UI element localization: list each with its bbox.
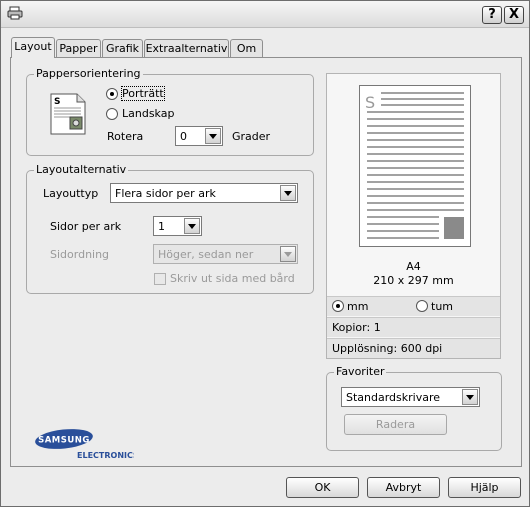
unit-mm-radio[interactable] bbox=[332, 300, 344, 312]
chevron-down-icon[interactable] bbox=[280, 185, 296, 201]
print-border-checkbox[interactable] bbox=[154, 273, 166, 285]
unit-row: mm tum bbox=[327, 296, 500, 316]
unit-mm-label[interactable]: mm bbox=[347, 300, 368, 313]
page-order-value: Höger, sedan ner bbox=[158, 248, 254, 261]
layout-options-group-title: Layoutalternativ bbox=[34, 163, 129, 176]
rotate-select[interactable]: 0 bbox=[175, 126, 223, 146]
print-border-label: Skriv ut sida med bård bbox=[170, 272, 295, 285]
title-bar: ? X bbox=[1, 1, 529, 28]
layout-type-select[interactable]: Flera sidor per ark bbox=[110, 183, 298, 203]
page-order-label: Sidordning bbox=[50, 248, 110, 261]
copies-text: Kopior: 1 bbox=[332, 321, 381, 334]
preview-page-letter: S bbox=[365, 93, 375, 112]
rotate-select-value: 0 bbox=[180, 130, 187, 143]
landscape-radio[interactable] bbox=[106, 108, 118, 120]
favorites-group: Favoriter bbox=[326, 365, 502, 451]
svg-text:ELECTRONICS: ELECTRONICS bbox=[77, 451, 134, 460]
delete-favorite-button[interactable]: Radera bbox=[344, 414, 447, 435]
orientation-group-title: Pappersorientering bbox=[34, 67, 143, 80]
portrait-page-icon: S bbox=[50, 93, 86, 135]
favorites-group-title: Favoriter bbox=[334, 365, 387, 378]
tab-extraalternativ[interactable]: Extraalternativ bbox=[144, 39, 229, 57]
unit-inch-label[interactable]: tum bbox=[431, 300, 453, 313]
page-preview-image: S bbox=[359, 85, 471, 247]
page-order-select[interactable]: Höger, sedan ner bbox=[153, 244, 298, 264]
help-title-button[interactable]: ? bbox=[482, 6, 502, 24]
printer-icon bbox=[7, 6, 23, 20]
paper-name: A4 bbox=[406, 260, 421, 273]
pages-per-sheet-select[interactable]: 1 bbox=[153, 216, 202, 236]
preview-pane: S A4 210 x 297 mm mm tum Kopior: 1 Upplö… bbox=[326, 73, 501, 359]
landscape-label[interactable]: Landskap bbox=[122, 107, 174, 120]
chevron-down-icon[interactable] bbox=[462, 389, 478, 405]
layout-type-value: Flera sidor per ark bbox=[115, 187, 216, 200]
pages-per-sheet-value: 1 bbox=[158, 220, 165, 233]
unit-inch-radio[interactable] bbox=[416, 300, 428, 312]
chevron-down-icon bbox=[280, 246, 296, 262]
printer-properties-dialog: ? X Layout Papper Grafik Extraalternativ… bbox=[0, 0, 530, 507]
svg-text:S: S bbox=[54, 97, 60, 107]
chevron-down-icon[interactable] bbox=[205, 128, 221, 144]
favorites-value: Standardskrivare bbox=[346, 391, 441, 404]
paper-size: 210 x 297 mm bbox=[373, 274, 454, 287]
tab-grafik[interactable]: Grafik bbox=[102, 39, 143, 57]
copies-row: Kopior: 1 bbox=[327, 317, 500, 337]
tab-layout[interactable]: Layout bbox=[11, 37, 55, 58]
svg-text:SAMSUNG: SAMSUNG bbox=[38, 436, 90, 446]
tab-om[interactable]: Om bbox=[230, 39, 263, 57]
layout-type-label: Layouttyp bbox=[43, 187, 99, 200]
chevron-down-icon[interactable] bbox=[184, 218, 200, 234]
rotate-label: Rotera bbox=[107, 130, 144, 143]
resolution-row: Upplösning: 600 dpi bbox=[327, 338, 500, 358]
portrait-radio[interactable] bbox=[106, 88, 118, 100]
ok-button[interactable]: OK bbox=[286, 477, 359, 498]
help-button[interactable]: Hjälp bbox=[448, 477, 521, 498]
pages-per-sheet-label: Sidor per ark bbox=[50, 220, 122, 233]
portrait-label[interactable]: Porträtt bbox=[121, 86, 165, 101]
tab-papper[interactable]: Papper bbox=[56, 39, 101, 57]
samsung-logo: SAMSUNG ELECTRONICS bbox=[35, 429, 134, 460]
favorites-select[interactable]: Standardskrivare bbox=[341, 387, 480, 407]
rotate-unit-label: Grader bbox=[232, 130, 271, 143]
cancel-button[interactable]: Avbryt bbox=[367, 477, 440, 498]
resolution-text: Upplösning: 600 dpi bbox=[332, 342, 443, 355]
close-button[interactable]: X bbox=[504, 6, 524, 24]
